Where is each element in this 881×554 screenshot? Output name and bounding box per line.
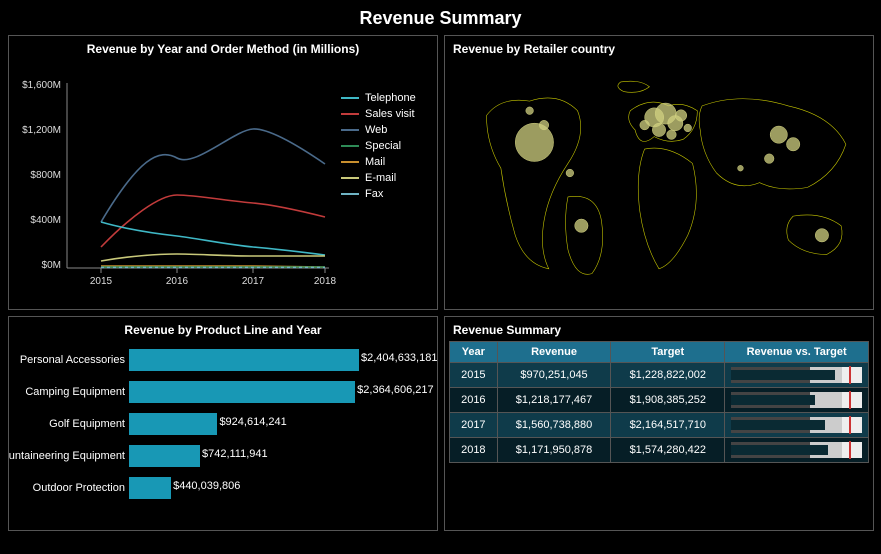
page-title: Revenue Summary (0, 0, 881, 35)
bar-value: $2,364,606,217 (357, 384, 433, 396)
table-row[interactable]: 2017$1,560,738,880$2,164,517,710 (450, 413, 869, 438)
legend-label: Telephone (365, 92, 416, 104)
ytick-2: $800M (30, 170, 61, 181)
legend-swatch (341, 177, 359, 179)
legend-item-mail[interactable]: Mail (341, 156, 431, 168)
bar-row[interactable]: Mountaineering Equipment $742,111,941 (9, 441, 431, 471)
cell-year: 2018 (450, 438, 498, 463)
legend-item-fax[interactable]: Fax (341, 188, 431, 200)
map-title: Revenue by Retailer country (445, 36, 873, 58)
bar-track: $742,111,941 (129, 445, 431, 467)
cell-bullet (725, 413, 869, 438)
table-header: Target (611, 342, 725, 363)
bar-label: Personal Accessories (9, 354, 129, 366)
legend-swatch (341, 145, 359, 147)
bar-label: Camping Equipment (9, 386, 129, 398)
world-map[interactable] (445, 58, 873, 288)
bullet-chart (731, 392, 862, 408)
table-header: Year (450, 342, 498, 363)
bar-chart-title: Revenue by Product Line and Year (9, 317, 437, 339)
bar-label: Outdoor Protection (9, 482, 129, 494)
xtick-1: 2016 (166, 276, 189, 287)
cell-revenue: $1,218,177,467 (497, 388, 611, 413)
bar-row[interactable]: Personal Accessories$2,404,633,181 (9, 345, 431, 375)
bar-value: $2,404,633,181 (361, 352, 437, 364)
bar-fill (129, 413, 217, 435)
ytick-0: $0M (42, 260, 61, 271)
bar-fill (129, 477, 171, 499)
bar-label: Mountaineering Equipment (9, 450, 129, 462)
cell-bullet (725, 388, 869, 413)
bar-value: $924,614,241 (219, 416, 286, 428)
map-panel: Revenue by Retailer country (444, 35, 874, 310)
bar-track: $924,614,241 (129, 413, 431, 435)
bar-row[interactable]: Golf Equipment $924,614,241 (9, 409, 431, 439)
bar-track: $2,404,633,181 (129, 349, 431, 371)
cell-revenue: $1,560,738,880 (497, 413, 611, 438)
legend-item-telephone[interactable]: Telephone (341, 92, 431, 104)
bar-fill (129, 381, 355, 403)
legend-label: E-mail (365, 172, 396, 184)
xtick-0: 2015 (90, 276, 113, 287)
bullet-chart (731, 442, 862, 458)
bar-row[interactable]: Camping Equipment $2,364,606,217 (9, 377, 431, 407)
line-chart-panel: Revenue by Year and Order Method (in Mil… (8, 35, 438, 310)
table-row[interactable]: 2015$970,251,045$1,228,822,002 (450, 363, 869, 388)
legend-label: Sales visit (365, 108, 415, 120)
bar-chart-area[interactable]: Personal Accessories$2,404,633,181Campin… (9, 339, 437, 509)
legend-label: Fax (365, 188, 383, 200)
table-header: Revenue (497, 342, 611, 363)
summary-title: Revenue Summary (445, 317, 873, 339)
ytick-4: $1,600M (22, 80, 61, 91)
bar-value: $440,039,806 (173, 480, 240, 492)
cell-target: $1,908,385,252 (611, 388, 725, 413)
legend-item-sales-visit[interactable]: Sales visit (341, 108, 431, 120)
cell-target: $1,574,280,422 (611, 438, 725, 463)
line-chart-svg: $0M $400M $800M $1,200M $1,600M 20 (9, 58, 339, 298)
cell-year: 2015 (450, 363, 498, 388)
cell-target: $2,164,517,710 (611, 413, 725, 438)
summary-panel: Revenue Summary YearRevenueTargetRevenue… (444, 316, 874, 531)
xtick-2: 2017 (242, 276, 265, 287)
cell-revenue: $970,251,045 (497, 363, 611, 388)
bar-fill (129, 349, 359, 371)
xtick-3: 2018 (314, 276, 337, 287)
cell-year: 2016 (450, 388, 498, 413)
bar-track: $2,364,606,217 (129, 381, 431, 403)
cell-target: $1,228,822,002 (611, 363, 725, 388)
legend-label: Mail (365, 156, 385, 168)
bar-value: $742,111,941 (202, 448, 268, 460)
legend-swatch (341, 129, 359, 131)
legend-swatch (341, 97, 359, 99)
cell-bullet (725, 438, 869, 463)
bar-label: Golf Equipment (9, 418, 129, 430)
bar-row[interactable]: Outdoor Protection $440,039,806 (9, 473, 431, 503)
table-row[interactable]: 2018$1,171,950,878$1,574,280,422 (450, 438, 869, 463)
line-chart-title: Revenue by Year and Order Method (in Mil… (9, 36, 437, 58)
cell-revenue: $1,171,950,878 (497, 438, 611, 463)
line-chart-legend: Telephone Sales visit Web Special Mail E-mail… (341, 88, 431, 204)
bar-track: $440,039,806 (129, 477, 431, 499)
summary-table: YearRevenueTargetRevenue vs. Target 2015… (449, 341, 869, 463)
bullet-chart (731, 367, 862, 383)
legend-label: Special (365, 140, 401, 152)
legend-item-special[interactable]: Special (341, 140, 431, 152)
bar-fill (129, 445, 200, 467)
cell-bullet (725, 363, 869, 388)
bar-chart-panel: Revenue by Product Line and Year Persona… (8, 316, 438, 531)
ytick-1: $400M (30, 215, 61, 226)
line-chart-area[interactable]: $0M $400M $800M $1,200M $1,600M 20 (9, 58, 437, 298)
bullet-chart (731, 417, 862, 433)
ytick-3: $1,200M (22, 125, 61, 136)
legend-swatch (341, 193, 359, 195)
legend-swatch (341, 113, 359, 115)
cell-year: 2017 (450, 413, 498, 438)
legend-item-e-mail[interactable]: E-mail (341, 172, 431, 184)
table-header: Revenue vs. Target (725, 342, 869, 363)
legend-swatch (341, 161, 359, 163)
table-row[interactable]: 2016$1,218,177,467$1,908,385,252 (450, 388, 869, 413)
legend-label: Web (365, 124, 387, 136)
legend-item-web[interactable]: Web (341, 124, 431, 136)
